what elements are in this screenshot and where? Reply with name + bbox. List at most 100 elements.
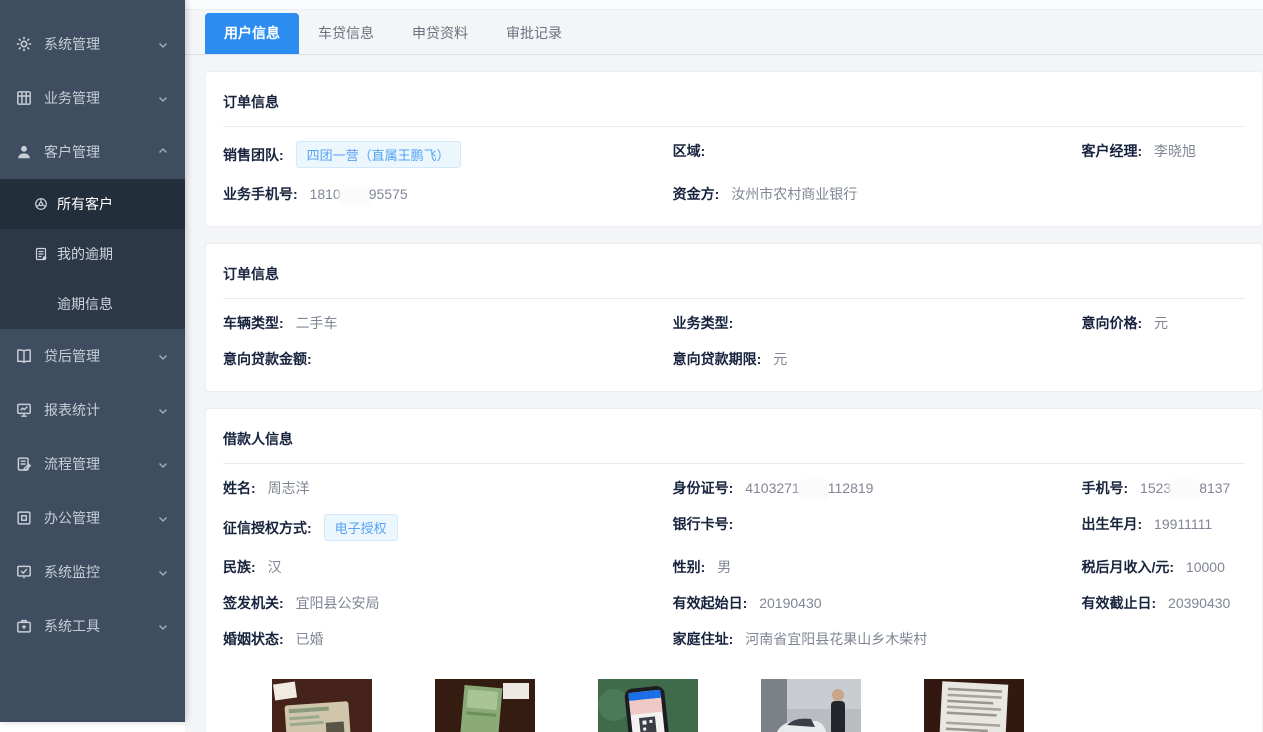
field-intent-loan-amount: 意向贷款金额:	[223, 341, 673, 377]
field-label: 姓名:	[223, 480, 256, 496]
field-empty	[1081, 176, 1245, 212]
chevron-down-icon	[157, 620, 169, 632]
tab-car-loan-info[interactable]: 车贷信息	[299, 13, 393, 54]
field-birth: 出生年月: 19911111	[1081, 506, 1245, 549]
field-credit-auth: 征信授权方式: 电子授权	[223, 506, 673, 549]
sidebar-item-process-management[interactable]: 流程管理	[0, 437, 185, 491]
field-label: 签发机关:	[223, 595, 284, 611]
photo-id-card[interactable]: 身份证	[272, 679, 372, 732]
sidebar-item-system-monitor[interactable]: 系统监控	[0, 545, 185, 599]
field-label: 有效起始日:	[673, 595, 748, 611]
redaction-blur	[342, 188, 368, 203]
field-value: 河南省宜阳县花果山乡木柴村	[745, 631, 927, 647]
photo-person-with-car[interactable]: 人车合影	[761, 679, 861, 732]
field-label: 家庭住址:	[673, 631, 734, 647]
field-mobile: 手机号: 15238137	[1081, 470, 1245, 506]
clipboard-icon	[15, 455, 33, 473]
sidebar-item-label: 流程管理	[44, 454, 100, 474]
field-value: 19911111	[1154, 516, 1212, 532]
sidebar-item-postloan-management[interactable]: 贷后管理	[0, 329, 185, 383]
photo-other-materials[interactable]: 其他材料	[924, 679, 1024, 732]
field-label: 业务手机号:	[223, 186, 298, 202]
sidebar-item-label: 系统监控	[44, 562, 100, 582]
sidebar-item-label: 报表统计	[44, 400, 100, 420]
field-name: 姓名: 周志洋	[223, 470, 673, 506]
field-vehicle-type: 车辆类型: 二手车	[223, 305, 673, 341]
field-id-number: 身份证号: 4103271112819	[673, 470, 1082, 506]
tab-approval-records[interactable]: 审批记录	[487, 13, 581, 54]
field-value: 已婚	[296, 631, 324, 647]
field-label: 销售团队:	[223, 147, 284, 163]
photo-drivers-license[interactable]: 驾驶证原件	[435, 679, 535, 732]
field-monthly-income: 税后月收入/元: 10000	[1081, 549, 1245, 585]
field-value: 15238137	[1140, 480, 1230, 496]
sidebar: 系统管理 业务管理	[0, 0, 185, 722]
sidebar-item-label: 办公管理	[44, 508, 100, 528]
field-label: 税后月收入/元:	[1081, 559, 1174, 575]
field-label: 性别:	[673, 559, 706, 575]
wheel-icon	[33, 196, 49, 212]
field-empty	[1081, 621, 1245, 657]
sidebar-item-business-management[interactable]: 业务管理	[0, 71, 185, 125]
field-sales-team: 销售团队: 四团一营（直属王鹏飞）	[223, 133, 673, 176]
office-icon	[15, 509, 33, 527]
sales-team-tag[interactable]: 四团一营（直属王鹏飞）	[296, 141, 461, 168]
chevron-up-icon	[157, 146, 169, 158]
chevron-down-icon	[157, 512, 169, 524]
credit-auth-tag[interactable]: 电子授权	[324, 514, 398, 541]
field-label: 征信授权方式:	[223, 520, 312, 536]
customer-submenu: 所有客户 我的逾期 逾期信息	[0, 179, 185, 329]
user-icon	[15, 143, 33, 161]
sidebar-item-all-customers[interactable]: 所有客户	[0, 179, 185, 229]
tab-user-info[interactable]: 用户信息	[205, 13, 299, 54]
field-label: 客户经理:	[1081, 143, 1142, 159]
toolbox-icon	[15, 617, 33, 635]
field-label: 意向价格:	[1081, 315, 1142, 331]
tab-loan-application-materials[interactable]: 申贷资料	[393, 13, 487, 54]
field-value: 20390430	[1168, 595, 1230, 611]
drivers-license-photo-thumbnail	[435, 679, 535, 732]
field-funder: 资金方: 汝州市农村商业银行	[673, 176, 1082, 212]
grid-icon	[15, 89, 33, 107]
field-region: 区域:	[673, 133, 1082, 176]
field-value: 4103271112819	[745, 480, 873, 496]
sidebar-item-my-overdue[interactable]: 我的逾期	[0, 229, 185, 279]
card-title: 订单信息	[223, 86, 1245, 127]
main-content: 用户信息 车贷信息 申贷资料 审批记录 订单信息 销售团队: 四团一营（直属王鹏…	[185, 0, 1263, 732]
card-title: 借款人信息	[223, 423, 1245, 464]
field-label: 手机号:	[1081, 480, 1128, 496]
field-label: 民族:	[223, 559, 256, 575]
sidebar-item-report-statistics[interactable]: 报表统计	[0, 383, 185, 437]
field-label: 意向贷款金额:	[223, 351, 312, 367]
sidebar-item-label: 客户管理	[44, 142, 100, 162]
sidebar-item-system-management[interactable]: 系统管理	[0, 17, 185, 71]
field-value: 二手车	[296, 315, 338, 331]
field-label: 车辆类型:	[223, 315, 284, 331]
sidebar-item-office-management[interactable]: 办公管理	[0, 491, 185, 545]
field-gender: 性别: 男	[673, 549, 1082, 585]
field-business-type: 业务类型:	[673, 305, 1082, 341]
field-label: 出生年月:	[1081, 516, 1142, 532]
sidebar-item-overdue-info[interactable]: 逾期信息	[0, 279, 185, 329]
sidebar-item-customer-management[interactable]: 客户管理	[0, 125, 185, 179]
chevron-down-icon	[157, 350, 169, 362]
field-value: 周志洋	[268, 480, 310, 496]
field-label: 婚姻状态:	[223, 631, 284, 647]
field-label: 有效截止日:	[1081, 595, 1156, 611]
field-marital-status: 婚姻状态: 已婚	[223, 621, 673, 657]
person-with-car-photo-thumbnail	[761, 679, 861, 732]
field-account-manager: 客户经理: 李晓旭	[1081, 133, 1245, 176]
chevron-down-icon	[157, 92, 169, 104]
field-empty	[1081, 341, 1245, 377]
field-valid-to: 有效截止日: 20390430	[1081, 585, 1245, 621]
field-label: 身份证号:	[673, 480, 734, 496]
field-home-address: 家庭住址: 河南省宜阳县花果山乡木柴村	[673, 621, 1082, 657]
sidebar-item-system-tools[interactable]: 系统工具	[0, 599, 185, 653]
field-bank-card: 银行卡号:	[673, 506, 1082, 549]
photo-credit-report[interactable]: 征信报告	[598, 679, 698, 732]
field-label: 业务类型:	[673, 315, 734, 331]
book-icon	[15, 347, 33, 365]
redaction-blur	[801, 482, 827, 497]
monitor-check-icon	[15, 563, 33, 581]
field-value: 汉	[268, 559, 282, 575]
